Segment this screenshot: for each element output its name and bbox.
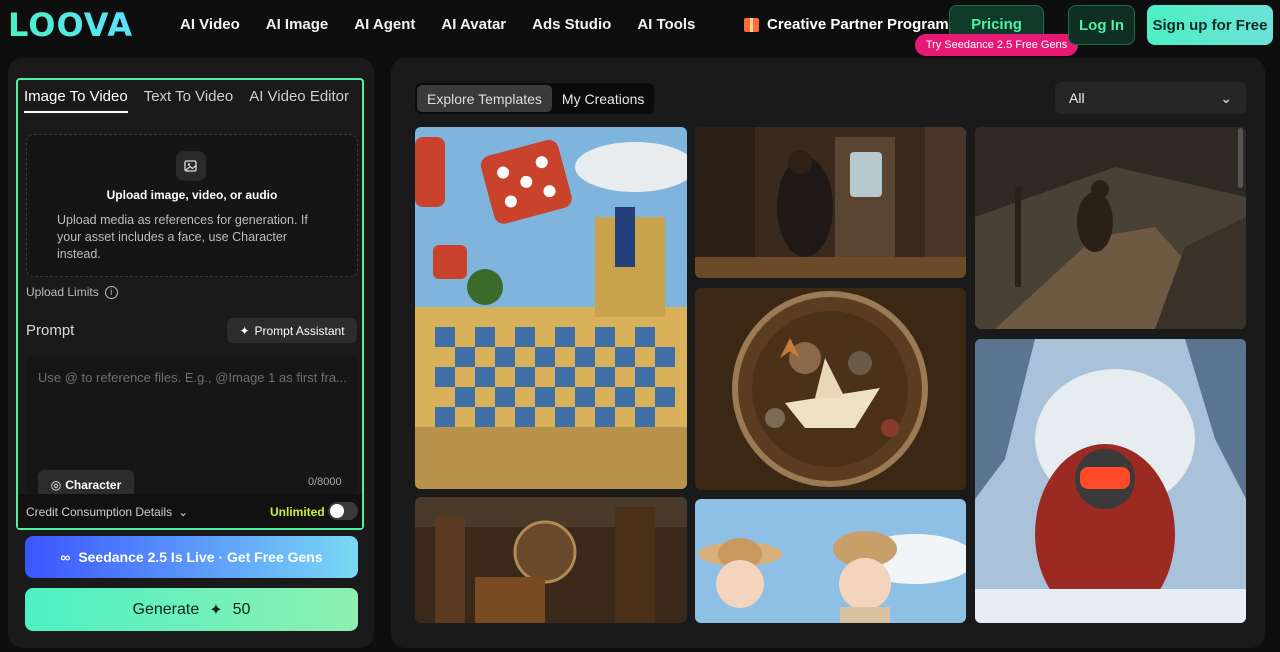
prompt-assistant-button[interactable]: ✦ Prompt Assistant xyxy=(227,318,357,343)
nav-item-ads-studio[interactable]: Ads Studio xyxy=(532,16,611,33)
tab-my-creations[interactable]: My Creations xyxy=(552,85,654,112)
nav-item-ai-agent[interactable]: AI Agent xyxy=(354,16,415,33)
generate-label: Generate xyxy=(132,600,200,618)
character-label: Character xyxy=(65,478,122,492)
nav-item-ai-avatar[interactable]: AI Avatar xyxy=(441,16,506,33)
main-nav: AI Video AI Image AI Agent AI Avatar Ads… xyxy=(180,16,721,33)
unlimited-label: Unlimited xyxy=(270,505,325,519)
tab-text-to-video[interactable]: Text To Video xyxy=(144,88,234,113)
login-button[interactable]: Log In xyxy=(1068,5,1135,45)
chevron-down-icon: ⌄ xyxy=(1220,89,1232,106)
upload-limits-label: Upload Limits xyxy=(26,285,99,299)
info-icon[interactable]: i xyxy=(104,285,118,299)
template-card-train-corridor[interactable] xyxy=(695,127,966,278)
template-card-dice-castle[interactable] xyxy=(415,127,687,489)
infinity-icon: ∞ xyxy=(60,549,71,565)
seedance-promo-button[interactable]: ∞ Seedance 2.5 Is Live · Get Free Gens xyxy=(25,536,358,578)
gallery-scrollbar[interactable] xyxy=(1238,128,1243,188)
prompt-label: Prompt xyxy=(26,322,75,339)
top-header: LOOVA AI Video AI Image AI Agent AI Avat… xyxy=(0,0,1280,56)
generate-button[interactable]: Generate ✦ 50 xyxy=(25,588,358,631)
creative-partner-link[interactable]: Creative Partner Program xyxy=(744,16,949,33)
chevron-down-icon: ⌄ xyxy=(178,505,189,519)
promo-badge[interactable]: Try Seedance 2.5 Free Gens xyxy=(915,34,1078,56)
credit-details-label: Credit Consumption Details xyxy=(26,505,173,519)
template-card-steampunk-city[interactable] xyxy=(415,497,687,623)
loova-logo[interactable]: LOOVA xyxy=(8,6,134,44)
anime-kids-thumbnail xyxy=(695,499,966,623)
dice-castle-thumbnail xyxy=(415,127,687,489)
tab-ai-video-editor[interactable]: AI Video Editor xyxy=(249,88,349,113)
gallery-tabs: Explore Templates My Creations xyxy=(415,83,654,114)
template-card-snow-explorer[interactable] xyxy=(975,339,1246,623)
tab-image-to-video[interactable]: Image To Video xyxy=(24,88,128,113)
credit-details-toggle[interactable]: Credit Consumption Details ⌄ xyxy=(26,505,188,519)
unlimited-toggle[interactable] xyxy=(328,502,358,520)
sparkle-icon: ✦ xyxy=(239,323,250,338)
filter-value: All xyxy=(1069,90,1085,106)
generate-cost: 50 xyxy=(232,600,251,618)
prompt-assistant-label: Prompt Assistant xyxy=(254,323,345,338)
jar-buttons-thumbnail xyxy=(695,288,966,490)
gift-icon xyxy=(744,17,759,32)
nav-item-ai-video[interactable]: AI Video xyxy=(180,16,240,33)
upload-description: Upload media as references for generatio… xyxy=(57,213,308,261)
template-card-cliff-runner[interactable] xyxy=(975,127,1246,329)
template-card-jar-buttons[interactable] xyxy=(695,288,966,490)
upload-title: Upload image, video, or audio xyxy=(106,188,278,202)
mode-tabs: Image To Video Text To Video AI Video Ed… xyxy=(24,88,349,113)
char-counter: 0/8000 xyxy=(308,476,342,488)
prompt-input[interactable] xyxy=(38,370,348,385)
cliff-runner-thumbnail xyxy=(975,127,1246,329)
signup-button[interactable]: Sign up for Free xyxy=(1147,5,1273,45)
character-button[interactable]: ◎ Character xyxy=(38,470,134,494)
snow-explorer-thumbnail xyxy=(975,339,1246,623)
nav-item-ai-image[interactable]: AI Image xyxy=(266,16,329,33)
credits-sparkle-icon: ✦ xyxy=(209,601,223,619)
seedance-label: Seedance 2.5 Is Live · Get Free Gens xyxy=(78,549,323,565)
steampunk-city-thumbnail xyxy=(415,497,687,623)
character-icon: ◎ xyxy=(50,478,62,492)
partner-label: Creative Partner Program xyxy=(767,16,949,33)
template-card-anime-kids[interactable] xyxy=(695,499,966,623)
image-upload-icon xyxy=(176,151,206,181)
tab-explore-templates[interactable]: Explore Templates xyxy=(417,85,552,112)
logo-text: LOOVA xyxy=(8,6,134,44)
nav-item-ai-tools[interactable]: AI Tools xyxy=(637,16,695,33)
train-corridor-thumbnail xyxy=(695,127,966,278)
category-filter[interactable]: All ⌄ xyxy=(1055,82,1246,114)
upload-limits[interactable]: Upload Limits i xyxy=(26,285,118,299)
